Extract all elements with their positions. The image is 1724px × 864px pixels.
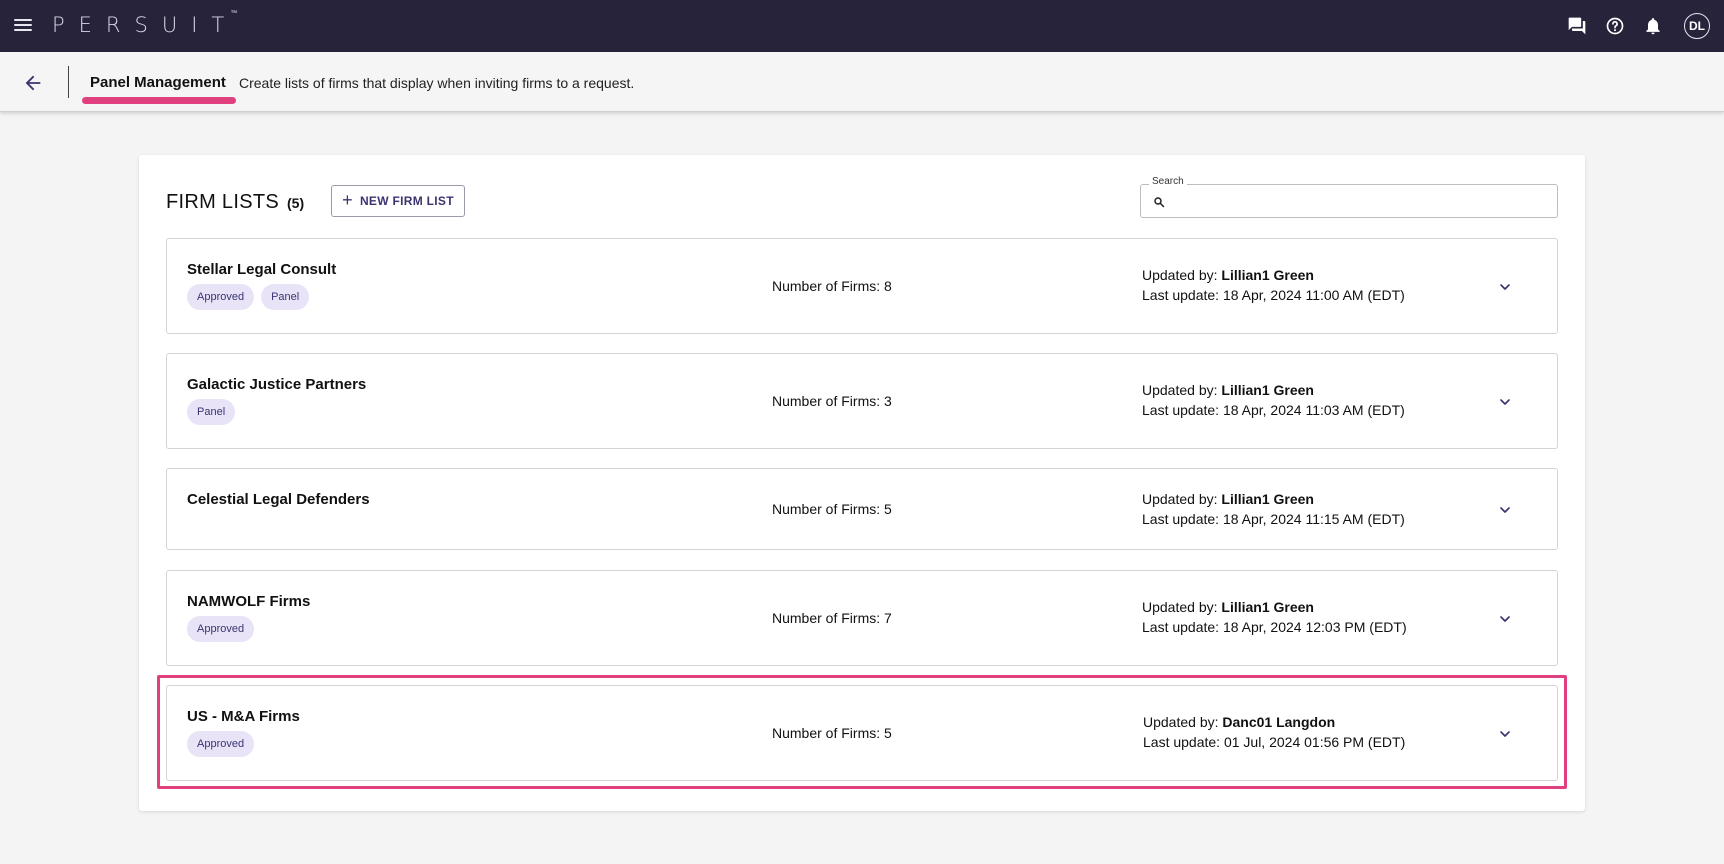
hamburger-menu-icon[interactable] <box>14 16 32 36</box>
update-info: Updated by: Danc01 Langdon Last update: … <box>1143 712 1405 752</box>
firm-list-name: NAMWOLF Firms <box>187 593 311 610</box>
update-info: Updated by: Lillian1 Green Last update: … <box>1142 380 1405 420</box>
firm-list-row-celestial-legal-defenders[interactable]: Celestial Legal Defenders Number of Firm… <box>166 468 1558 550</box>
last-update: Last update: 18 Apr, 2024 11:03 AM (EDT) <box>1142 402 1405 418</box>
firm-list-row-us-ma-firms[interactable]: US - M&A Firms Approved Number of Firms:… <box>166 685 1558 781</box>
page-header: Panel Management Create lists of firms t… <box>0 52 1724 112</box>
firm-lists-card: FIRM LISTS (5) + NEW FIRM LIST Search St… <box>139 155 1585 811</box>
updated-by-name: Lillian1 Green <box>1221 599 1314 615</box>
number-of-firms: Number of Firms: 8 <box>772 278 892 294</box>
updated-by-name: Lillian1 Green <box>1221 491 1314 507</box>
header-divider <box>68 66 69 98</box>
update-info: Updated by: Lillian1 Green Last update: … <box>1142 597 1407 637</box>
update-info: Updated by: Lillian1 Green Last update: … <box>1142 265 1405 305</box>
page-title-highlight <box>82 97 236 104</box>
panel-badge: Panel <box>187 399 236 425</box>
logo-text: PERSUIT <box>52 13 239 37</box>
top-bar-actions: DL <box>1566 13 1710 39</box>
new-firm-list-label: NEW FIRM LIST <box>359 194 454 208</box>
number-of-firms: Number of Firms: 3 <box>772 393 892 409</box>
logo-trademark: ™ <box>230 9 238 17</box>
plus-icon: + <box>342 190 353 210</box>
approved-badge: Approved <box>187 731 255 757</box>
top-navigation-bar: PERSUIT™ DL <box>0 0 1724 52</box>
firm-list-row-stellar-legal-consult[interactable]: Stellar Legal Consult Approved Panel Num… <box>166 238 1558 334</box>
approved-badge: Approved <box>187 284 255 310</box>
user-avatar[interactable]: DL <box>1684 13 1710 39</box>
last-update: Last update: 01 Jul, 2024 01:56 PM (EDT) <box>1143 734 1406 750</box>
firm-list-name: Galactic Justice Partners <box>187 376 367 393</box>
number-of-firms: Number of Firms: 7 <box>772 610 892 626</box>
chevron-down-icon[interactable] <box>1497 394 1513 410</box>
firm-list-badges: Approved <box>187 731 255 757</box>
search-field[interactable]: Search <box>1140 176 1558 218</box>
search-label: Search <box>1149 176 1187 187</box>
firm-list-row-namwolf-firms[interactable]: NAMWOLF Firms Approved Number of Firms: … <box>166 570 1558 666</box>
firm-list-name: US - M&A Firms <box>187 708 300 725</box>
chevron-down-icon[interactable] <box>1497 611 1513 627</box>
last-update: Last update: 18 Apr, 2024 12:03 PM (EDT) <box>1142 619 1407 635</box>
last-update: Last update: 18 Apr, 2024 11:00 AM (EDT) <box>1142 287 1405 303</box>
firm-list-badges: Approved <box>187 616 255 642</box>
firm-list-name: Stellar Legal Consult <box>187 261 337 278</box>
chevron-down-icon[interactable] <box>1497 502 1513 518</box>
bell-icon[interactable] <box>1642 15 1664 37</box>
search-input[interactable] <box>1171 190 1551 214</box>
updated-by-name: Lillian1 Green <box>1221 382 1314 398</box>
updated-by-name: Lillian1 Green <box>1221 267 1314 283</box>
number-of-firms: Number of Firms: 5 <box>772 501 892 517</box>
firm-list-badges: Panel <box>187 399 236 425</box>
search-icon <box>1154 197 1165 208</box>
updated-by-label: Updated by: <box>1142 382 1218 398</box>
updated-by-label: Updated by: <box>1142 491 1218 507</box>
firm-lists-title: FIRM LISTS <box>166 191 280 213</box>
firm-list-row-galactic-justice-partners[interactable]: Galactic Justice Partners Panel Number o… <box>166 353 1558 449</box>
page-title: Panel Management <box>90 74 226 91</box>
firm-list-badges: Approved Panel <box>187 284 310 310</box>
updated-by-label: Updated by: <box>1143 714 1219 730</box>
chevron-down-icon[interactable] <box>1497 726 1513 742</box>
panel-badge: Panel <box>261 284 310 310</box>
new-firm-list-button[interactable]: + NEW FIRM LIST <box>331 185 465 217</box>
firm-list-name: Celestial Legal Defenders <box>187 491 370 508</box>
arrow-left-icon[interactable] <box>22 72 44 94</box>
update-info: Updated by: Lillian1 Green Last update: … <box>1142 489 1405 529</box>
help-circle-icon[interactable] <box>1604 15 1626 37</box>
updated-by-label: Updated by: <box>1142 599 1218 615</box>
page-description: Create lists of firms that display when … <box>239 75 635 91</box>
persuit-logo[interactable]: PERSUIT™ <box>52 9 245 37</box>
last-update: Last update: 18 Apr, 2024 11:15 AM (EDT) <box>1142 511 1405 527</box>
chat-icon[interactable] <box>1566 15 1588 37</box>
approved-badge: Approved <box>187 616 255 642</box>
updated-by-label: Updated by: <box>1142 267 1218 283</box>
chevron-down-icon[interactable] <box>1497 279 1513 295</box>
updated-by-name: Danc01 Langdon <box>1222 714 1336 730</box>
number-of-firms: Number of Firms: 5 <box>772 725 892 741</box>
firm-lists-count: (5) <box>287 195 305 211</box>
